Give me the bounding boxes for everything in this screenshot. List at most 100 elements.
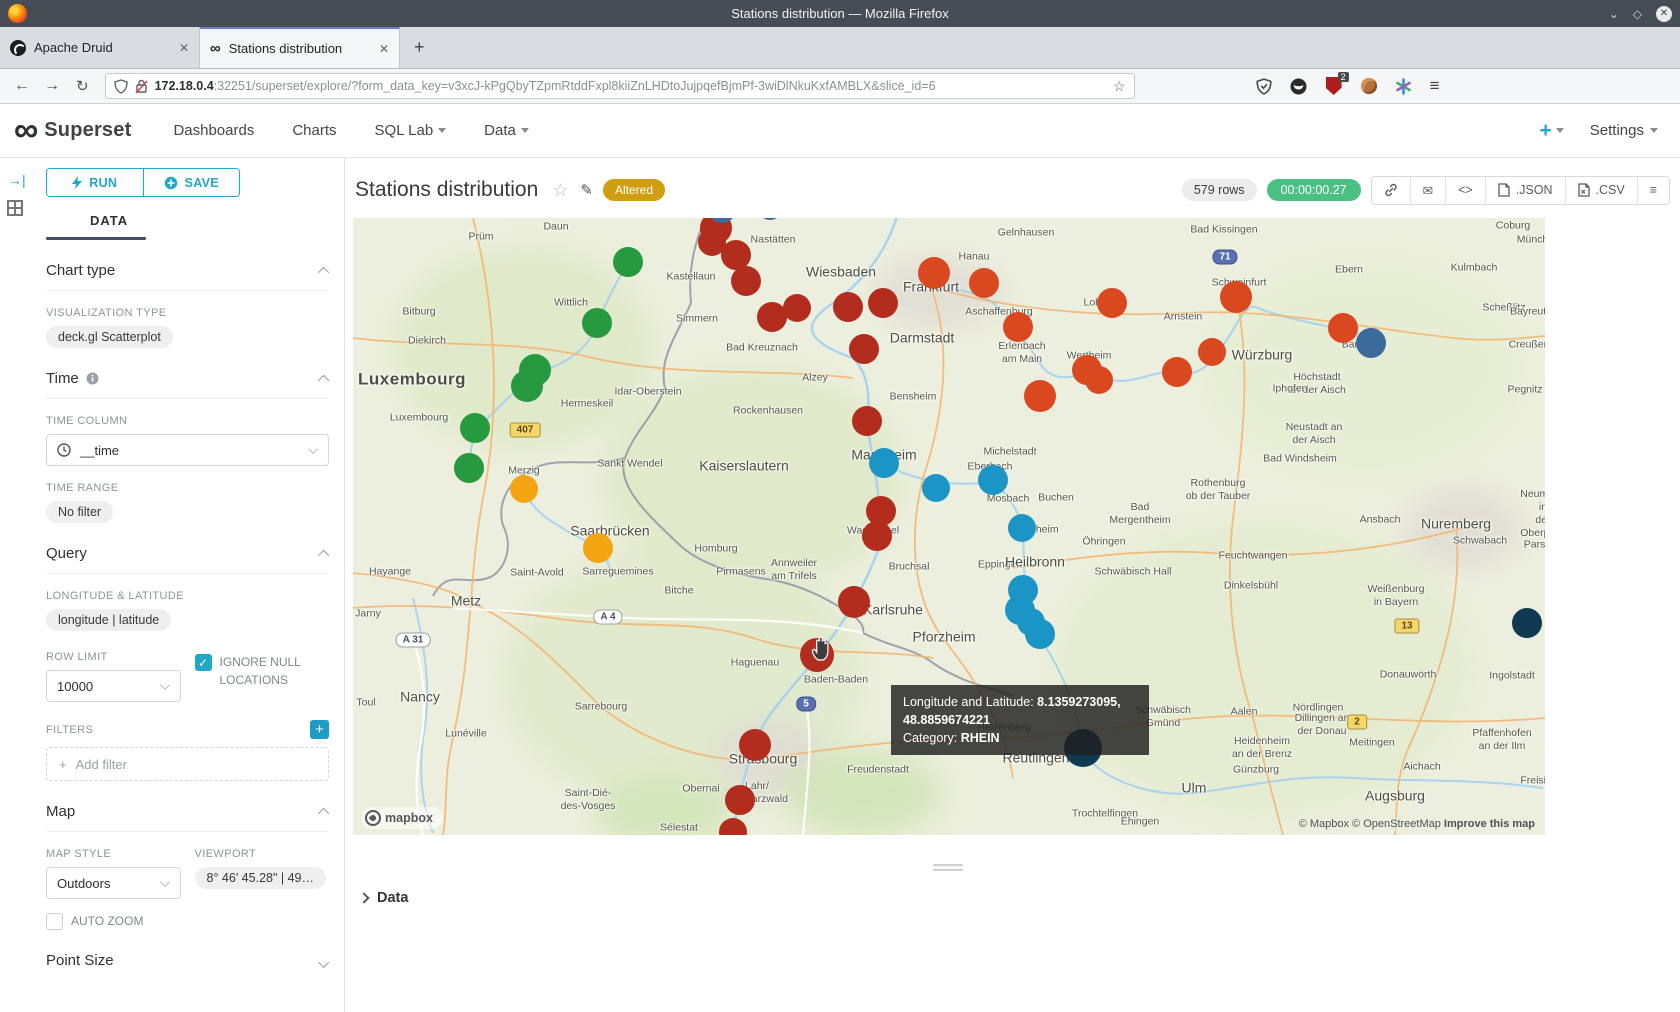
tab-close-icon[interactable]: ✕ [379,42,389,56]
map-point[interactable] [918,257,950,289]
map-point[interactable] [1024,380,1056,412]
section-chart-type-header[interactable]: Chart type [46,262,329,291]
settings-menu[interactable]: Settings [1590,122,1658,139]
browser-tab-1[interactable]: Apache Druid✕ [0,27,200,68]
lonlat-value[interactable]: longitude | latitude [46,609,171,631]
browser-menu-icon[interactable]: ≡ [1430,76,1440,96]
copy-link-button[interactable] [1372,177,1411,204]
row-limit-select[interactable]: 10000 [46,670,181,702]
minimize-button[interactable]: ⌄ [1609,8,1619,20]
export-csv-button[interactable]: .CSV [1566,177,1638,204]
nav-item-dashboards[interactable]: Dashboards [173,122,254,139]
favorite-star-icon[interactable]: ☆ [552,180,568,201]
nav-item-charts[interactable]: Charts [292,122,336,139]
reload-button[interactable]: ↻ [76,77,89,95]
map-point[interactable] [978,465,1008,495]
map-point[interactable] [1512,608,1542,638]
improve-map-link[interactable]: Improve this map [1444,818,1535,830]
panel-drag-handle[interactable] [933,864,963,874]
browser-tab-2[interactable]: ∞Stations distribution✕ [200,27,400,68]
map-point[interactable] [783,294,811,322]
url-bar[interactable]: 172.18.0.4:32251/superset/explore/?form_… [105,73,1135,99]
section-time-header[interactable]: Time [46,370,329,399]
map-point[interactable] [862,521,892,551]
email-button[interactable]: ✉ [1411,177,1446,204]
chart-menu-button[interactable]: ≡ [1638,177,1669,204]
shield-check-icon[interactable] [1255,77,1273,95]
map-point[interactable] [1025,619,1055,649]
forward-button[interactable]: → [44,77,60,95]
run-button[interactable]: RUN [47,169,144,196]
map-point[interactable] [725,785,755,815]
export-json-button[interactable]: .JSON [1486,177,1566,204]
nav-item-sql-lab[interactable]: SQL Lab [375,122,447,139]
map-point[interactable] [868,288,898,318]
dataset-grid-icon[interactable] [7,200,23,216]
time-column-select[interactable]: __time [46,434,329,466]
map-point[interactable] [739,729,771,761]
map-point[interactable] [1328,313,1358,343]
ignore-null-checkbox-row[interactable]: ✓ IGNORE NULL LOCATIONS [195,653,330,689]
save-button[interactable]: SAVE [144,169,240,196]
map-style-select[interactable]: Outdoors [46,867,181,899]
section-map-header[interactable]: Map [46,803,329,832]
tab-data[interactable]: DATA [90,213,128,237]
map-point[interactable] [852,406,882,436]
map-point[interactable] [1198,338,1226,366]
checkbox-checked-icon[interactable]: ✓ [195,654,212,671]
back-button[interactable]: ← [14,77,30,95]
url-text[interactable]: 172.18.0.4:32251/superset/explore/?form_… [155,79,1106,93]
map-point[interactable] [731,266,761,296]
new-tab-button[interactable]: + [400,27,439,68]
time-range-value[interactable]: No filter [46,501,113,523]
map-point[interactable] [1162,357,1192,387]
map-point[interactable] [849,334,879,364]
shield-icon[interactable] [114,79,128,94]
colorful-asterisk-icon[interactable] [1395,77,1413,95]
data-section-toggle[interactable]: Data [360,890,408,906]
map-point[interactable] [1008,514,1036,542]
tab-close-icon[interactable]: ✕ [179,41,189,55]
collapse-panel-icon[interactable]: →| [8,172,32,188]
map-point[interactable] [582,308,612,338]
maximize-button[interactable]: ◇ [1633,8,1642,20]
bookmark-star-icon[interactable]: ☆ [1113,78,1126,95]
map-point[interactable] [1085,366,1113,394]
map-point[interactable] [969,268,999,298]
map-point[interactable] [511,370,543,402]
map-point[interactable] [1097,288,1127,318]
auto-zoom-checkbox-row[interactable]: AUTO ZOOM [46,912,181,930]
section-query-header[interactable]: Query [46,545,329,574]
viewport-value[interactable]: 8° 46' 45.28" | 49… [195,867,327,889]
nav-item-data[interactable]: Data [484,122,529,139]
add-new-button[interactable]: + [1540,119,1564,143]
map-point[interactable] [583,533,613,563]
superset-logo[interactable]: ∞ Superset [14,117,131,144]
checkbox-unchecked-icon[interactable] [46,913,63,930]
add-filter-plus-button[interactable]: + [310,720,329,739]
section-point-size-header[interactable]: Point Size [46,952,329,980]
map-point[interactable] [833,292,863,322]
map-point[interactable] [510,475,538,503]
insecure-lock-icon[interactable] [135,79,148,94]
map-point[interactable] [460,413,490,443]
map-point[interactable] [613,247,643,277]
map-point[interactable] [838,586,870,618]
embed-code-button[interactable]: <> [1446,177,1486,204]
map-point[interactable] [1356,328,1386,358]
edit-icon[interactable]: ✎ [580,181,593,199]
map-point[interactable] [454,453,484,483]
mapbox-logo[interactable]: mapbox [361,807,443,829]
map-point[interactable] [1220,281,1252,313]
add-filter-box[interactable]: + Add filter [46,747,329,781]
close-button[interactable]: ✕ [1656,6,1672,22]
map-point[interactable] [1003,312,1033,342]
map-point[interactable] [869,448,899,478]
ublock-icon[interactable]: 2 [1325,77,1343,95]
map-point[interactable] [922,474,950,502]
privacy-mask-icon[interactable] [1290,77,1308,95]
viz-type-value[interactable]: deck.gl Scatterplot [46,326,173,348]
cookie-icon[interactable] [1360,77,1378,95]
map-attribution[interactable]: © Mapbox © OpenStreetMap Improve this ma… [1295,817,1539,831]
map-canvas[interactable]: PrümDaunNastättenGelnhausenBad Kissingen… [353,218,1545,835]
